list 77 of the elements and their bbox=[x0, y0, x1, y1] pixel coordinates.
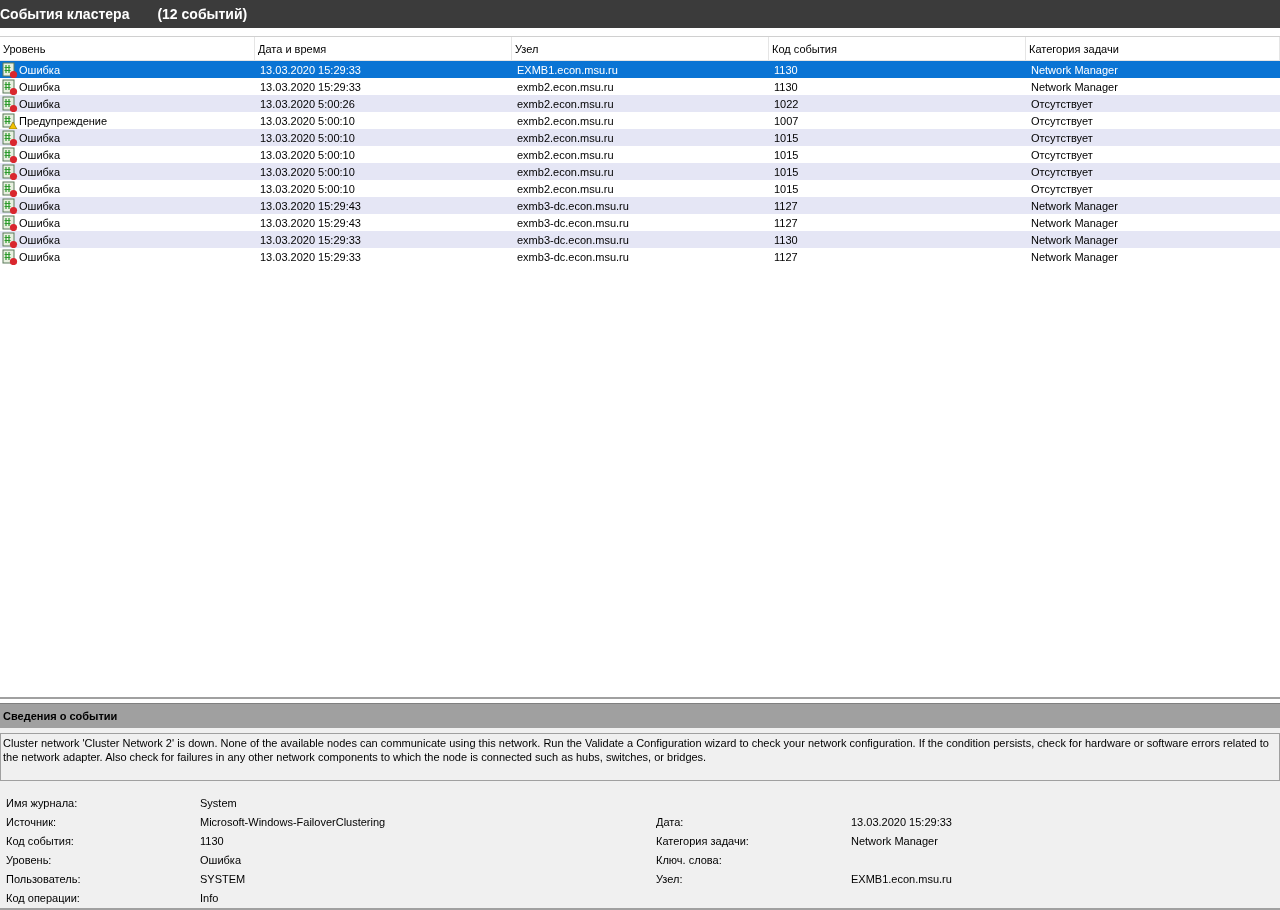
error-log-icon bbox=[2, 214, 18, 231]
level-text: Ошибка bbox=[19, 199, 60, 212]
level-text: Ошибка bbox=[19, 148, 60, 161]
error-log-icon bbox=[2, 61, 18, 78]
table-cell[interactable]: Отсутствует bbox=[1026, 129, 1280, 146]
property-value: EXMB1.econ.msu.ru bbox=[851, 871, 953, 887]
property-label: Категория задачи: bbox=[656, 833, 750, 849]
error-log-icon bbox=[2, 163, 18, 180]
level-text: Ошибка bbox=[19, 97, 60, 110]
property-value: 13.03.2020 15:29:33 bbox=[851, 814, 953, 830]
section-title: Сведения о событии bbox=[0, 704, 1280, 728]
table-cell[interactable]: 1130 bbox=[769, 231, 1026, 248]
table-cell[interactable]: Отсутствует bbox=[1026, 163, 1280, 180]
error-log-icon bbox=[2, 248, 18, 265]
table-cell[interactable]: 13.03.2020 5:00:10 bbox=[255, 129, 512, 146]
table-cell[interactable]: Ошибка bbox=[0, 163, 255, 180]
level-text: Ошибка bbox=[19, 165, 60, 178]
table-cell[interactable]: Ошибка bbox=[0, 95, 255, 112]
level-text: Ошибка bbox=[19, 131, 60, 144]
table-cell[interactable]: 13.03.2020 15:29:33 bbox=[255, 61, 512, 78]
table-cell[interactable]: 13.03.2020 5:00:26 bbox=[255, 95, 512, 112]
level-text: Ошибка bbox=[19, 233, 60, 246]
property-value: Info bbox=[200, 890, 220, 906]
table-cell[interactable]: 1022 bbox=[769, 95, 1026, 112]
property-label: Источник: bbox=[6, 814, 57, 830]
property-value: Microsoft-Windows-FailoverClustering bbox=[200, 814, 387, 830]
property-value: 1130 bbox=[200, 833, 225, 849]
property-value: Network Manager bbox=[851, 833, 939, 849]
error-log-icon bbox=[2, 129, 18, 146]
table-cell[interactable]: Ошибка bbox=[0, 197, 255, 214]
property-label: Уровень: bbox=[6, 852, 53, 868]
table-cell[interactable]: exmb3-dc.econ.msu.ru bbox=[512, 231, 769, 248]
property-label: Узел: bbox=[656, 871, 684, 887]
error-log-icon bbox=[2, 180, 18, 197]
table-cell[interactable]: 1127 bbox=[769, 197, 1026, 214]
table-cell[interactable]: 13.03.2020 5:00:10 bbox=[255, 163, 512, 180]
error-log-icon bbox=[2, 95, 18, 112]
description-box: Cluster network 'Cluster Network 2' is down. None of the available nodes can communicate using this network. Run the Validate a Configuration wizard to check your network configuration. If the condition persists, check for hardware or software errors related to the network adapter. Also check for failures in any other network components to which the node is connected such as hubs, switches, or bridges. bbox=[0, 733, 1280, 781]
level-text: Предупреждение bbox=[19, 114, 108, 127]
table-cell[interactable]: 1015 bbox=[769, 163, 1026, 180]
level-text: Ошибка bbox=[19, 250, 60, 263]
level-text: Ошибка bbox=[19, 182, 60, 195]
property-value: System bbox=[200, 795, 238, 811]
event-count: (12 событий) bbox=[157, 6, 248, 22]
table-cell[interactable]: EXMB1.econ.msu.ru bbox=[512, 61, 769, 78]
property-value: Ошибка bbox=[200, 852, 242, 868]
table-cell[interactable]: exmb2.econ.msu.ru bbox=[512, 95, 769, 112]
panel-title: События кластера bbox=[0, 6, 130, 22]
table-cell[interactable]: Ошибка bbox=[0, 129, 255, 146]
table-cell[interactable]: exmb2.econ.msu.ru bbox=[512, 163, 769, 180]
table-cell[interactable]: 1130 bbox=[769, 61, 1026, 78]
table-cell[interactable]: Отсутствует bbox=[1026, 95, 1280, 112]
property-label: Код события: bbox=[6, 833, 75, 849]
table-cell[interactable]: Network Manager bbox=[1026, 231, 1280, 248]
property-label: Пользователь: bbox=[6, 871, 82, 887]
table-cell[interactable]: Network Manager bbox=[1026, 61, 1280, 78]
table-cell[interactable]: Ошибка bbox=[0, 231, 255, 248]
property-label: Ключ. слова: bbox=[656, 852, 723, 868]
table-cell[interactable]: 13.03.2020 15:29:43 bbox=[255, 197, 512, 214]
level-text: Ошибка bbox=[19, 216, 60, 229]
error-log-icon bbox=[2, 146, 18, 163]
table-cell[interactable]: Ошибка bbox=[0, 61, 255, 78]
table-cell[interactable]: 13.03.2020 15:29:33 bbox=[255, 231, 512, 248]
table-cell[interactable]: exmb3-dc.econ.msu.ru bbox=[512, 197, 769, 214]
table-cell[interactable]: exmb2.econ.msu.ru bbox=[512, 129, 769, 146]
level-text: Ошибка bbox=[19, 63, 60, 76]
table-cell[interactable]: 1015 bbox=[769, 129, 1026, 146]
table-cell[interactable]: Network Manager bbox=[1026, 197, 1280, 214]
property-label: Имя журнала: bbox=[6, 795, 79, 811]
property-label: Дата: bbox=[656, 814, 685, 830]
property-label: Код операции: bbox=[6, 890, 81, 906]
property-value: SYSTEM bbox=[200, 871, 247, 887]
warning-log-icon bbox=[2, 112, 18, 129]
error-log-icon bbox=[2, 78, 18, 95]
error-log-icon bbox=[2, 231, 18, 248]
error-log-icon bbox=[2, 197, 18, 214]
level-text: Ошибка bbox=[19, 80, 60, 93]
